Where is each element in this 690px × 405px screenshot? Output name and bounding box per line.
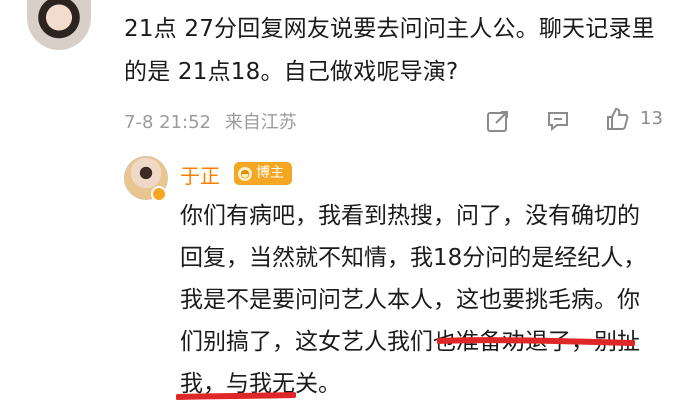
- like-count: 13: [640, 108, 663, 129]
- red-underline: [176, 392, 296, 400]
- commenter-avatar[interactable]: [27, 0, 91, 50]
- like-icon[interactable]: [604, 106, 630, 132]
- verified-badge: [151, 186, 167, 202]
- reply-text: 你们有病吧，我看到热搜，问了，没有确切的回复，当然就不知情，我18分问的是经纪人…: [180, 203, 647, 397]
- location: 来自江苏: [224, 112, 297, 133]
- comment-icon[interactable]: [545, 108, 571, 134]
- comment-text: 21点 27分回复网友说要去问问主人公。聊天记录里的是 21点18。自己做戏呢导…: [124, 16, 655, 85]
- bowl-icon: ◓: [238, 166, 252, 181]
- comment-meta: 7-8 21:52 来自江苏: [124, 108, 297, 134]
- timestamp: 7-8 21:52: [124, 112, 211, 133]
- share-icon[interactable]: [485, 108, 511, 134]
- red-underline: [437, 337, 635, 346]
- badge-label: 博主: [256, 165, 284, 181]
- reply-username[interactable]: 于正: [180, 160, 220, 189]
- blogger-badge: ◓ 博主: [234, 162, 292, 185]
